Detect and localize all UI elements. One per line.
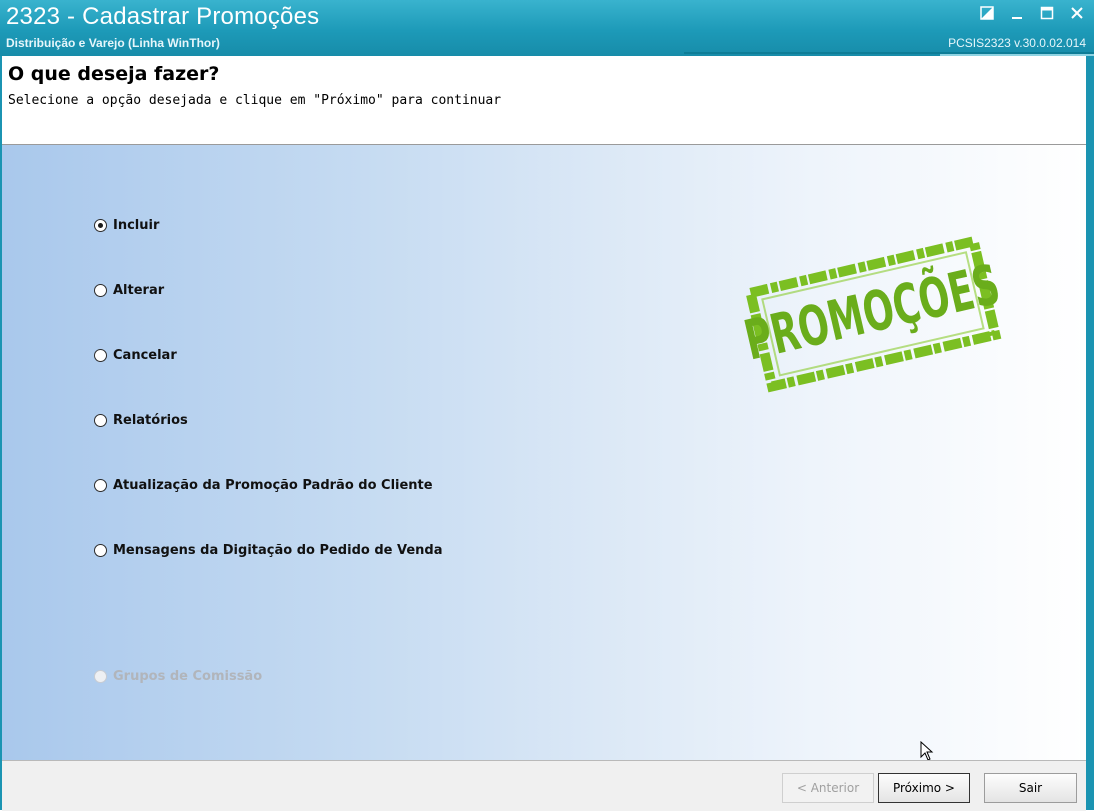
option-label: Cancelar	[113, 348, 177, 363]
option-alterar[interactable]: Alterar	[94, 283, 164, 298]
exit-button[interactable]: Sair	[984, 773, 1077, 803]
option-label: Atualização da Promoção Padrão do Client…	[113, 478, 433, 493]
option-mensagens-digitacao[interactable]: Mensagens da Digitação do Pedido de Vend…	[94, 543, 442, 558]
minimize-icon[interactable]	[1008, 4, 1026, 22]
promocoes-stamp: PROMOÇÕES	[740, 235, 1005, 393]
radio-atualizacao-promocao[interactable]	[94, 479, 107, 492]
window-subtitle: Distribuição e Varejo (Linha WinThor)	[6, 36, 220, 50]
option-incluir[interactable]: Incluir	[94, 218, 159, 233]
close-icon[interactable]	[1068, 4, 1086, 22]
radio-incluir[interactable]	[94, 219, 107, 232]
title-divider-accent	[940, 54, 1094, 56]
option-label: Relatórios	[113, 413, 188, 428]
page-title: O que deseja fazer?	[8, 63, 220, 85]
option-label: Incluir	[113, 218, 160, 233]
option-label: Grupos de Comissão	[113, 669, 263, 684]
option-label: Mensagens da Digitação do Pedido de Vend…	[113, 543, 443, 558]
radio-cancelar[interactable]	[94, 349, 107, 362]
option-label: Alterar	[113, 283, 165, 298]
wizard-footer: < Anterior Próximo > Sair	[2, 760, 1086, 811]
wizard-header: O que deseja fazer? Selecione a opção de…	[2, 58, 1086, 145]
next-button[interactable]: Próximo >	[878, 773, 970, 803]
option-grupos-comissao: Grupos de Comissão	[94, 669, 262, 684]
option-atualizacao-promocao[interactable]: Atualização da Promoção Padrão do Client…	[94, 478, 433, 493]
page-description: Selecione a opção desejada e clique em "…	[8, 93, 502, 108]
radio-alterar[interactable]	[94, 284, 107, 297]
version-label: PCSIS2323 v.30.0.02.014	[948, 36, 1086, 50]
radio-relatorios[interactable]	[94, 414, 107, 427]
window-title: 2323 - Cadastrar Promoções	[6, 3, 320, 30]
window-border-right	[1086, 56, 1094, 810]
title-bar: 2323 - Cadastrar Promoções Distribuição …	[0, 0, 1094, 56]
previous-button[interactable]: < Anterior	[782, 773, 874, 803]
restore-icon[interactable]	[978, 4, 996, 22]
option-relatorios[interactable]: Relatórios	[94, 413, 188, 428]
radio-grupos-comissao	[94, 670, 107, 683]
radio-mensagens-digitacao[interactable]	[94, 544, 107, 557]
option-cancelar[interactable]: Cancelar	[94, 348, 177, 363]
mouse-cursor-icon	[920, 741, 934, 761]
window-controls	[978, 4, 1086, 22]
maximize-icon[interactable]	[1038, 4, 1056, 22]
